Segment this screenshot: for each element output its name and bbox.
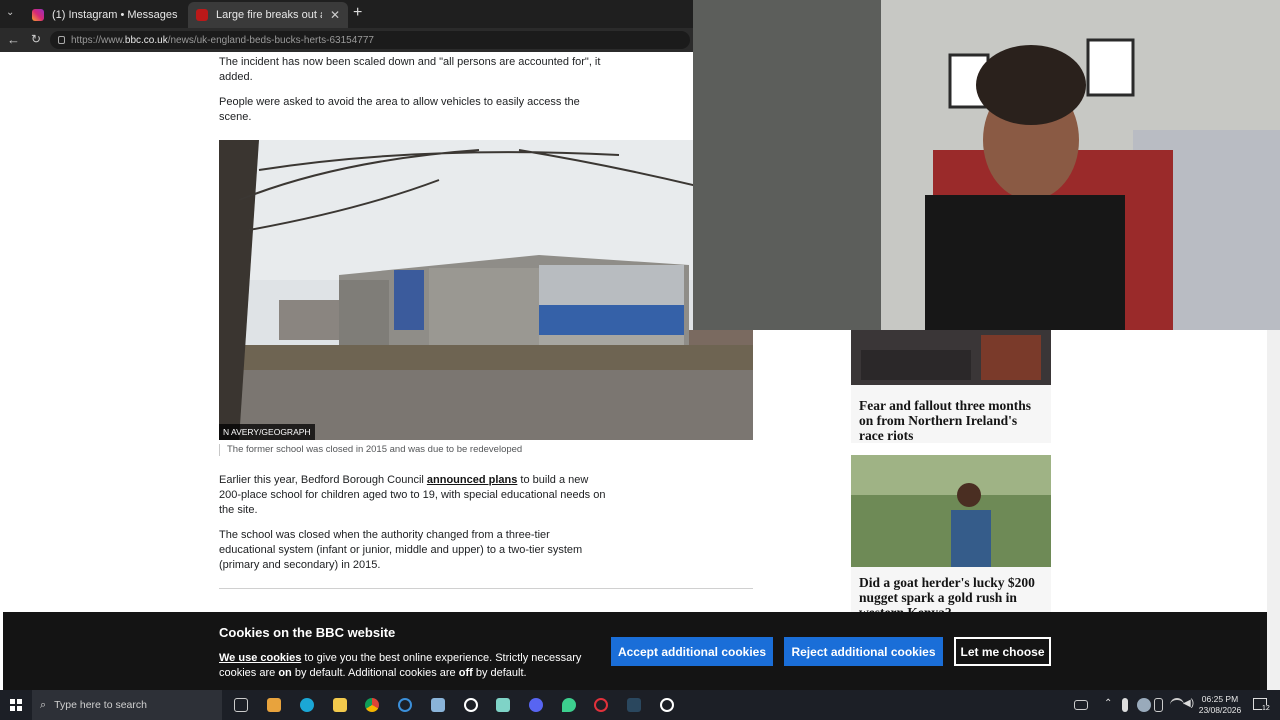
image-caption: The former school was closed in 2015 and… xyxy=(219,444,522,456)
sidebar-story[interactable]: Fear and fallout three months on from No… xyxy=(851,330,1051,443)
settings-icon[interactable] xyxy=(464,698,478,712)
app-icon[interactable] xyxy=(660,698,674,712)
url-text: https://www.bbc.co.uk/news/uk-england-be… xyxy=(71,34,374,46)
story-image xyxy=(851,455,1051,567)
chevron-up-icon[interactable]: ⌃ xyxy=(1104,698,1112,709)
windows-start-icon[interactable] xyxy=(10,699,22,711)
article-paragraph: The incident has now been scaled down an… xyxy=(219,56,601,83)
refresh-icon[interactable]: ↻ xyxy=(31,32,41,46)
system-clock[interactable]: 06:25 PM 23/08/2026 xyxy=(1195,694,1245,716)
webcam-overlay xyxy=(693,0,1280,330)
story-title: Did a goat herder's lucky $200 nugget sp… xyxy=(859,575,1035,612)
tab-instagram[interactable]: (1) Instagram • Messages ✕ xyxy=(24,2,186,28)
edge-icon[interactable] xyxy=(300,698,314,712)
cookie-banner-text: We use cookies to give you the best onli… xyxy=(219,652,582,679)
taskbar-search-box[interactable]: ⌕ Type here to search xyxy=(32,690,222,720)
tab-title: (1) Instagram • Messages xyxy=(52,9,178,21)
divider xyxy=(219,588,753,589)
announced-plans-link[interactable]: announced plans xyxy=(427,474,517,486)
microphone-icon[interactable] xyxy=(1122,698,1128,712)
bbc-favicon-icon xyxy=(196,9,208,21)
app-icon[interactable] xyxy=(398,698,412,712)
story-image xyxy=(851,330,1051,385)
search-icon: ⌕ xyxy=(40,698,47,711)
maps-pin-icon[interactable] xyxy=(562,698,576,712)
search-placeholder: Type here to search xyxy=(54,699,147,711)
file-explorer-icon[interactable] xyxy=(333,698,347,712)
article-image xyxy=(219,140,753,440)
new-tab-icon[interactable]: + xyxy=(353,4,362,22)
story-title: Fear and fallout three months on from No… xyxy=(859,398,1031,443)
url-field[interactable]: https://www.bbc.co.uk/news/uk-england-be… xyxy=(50,31,690,49)
close-tab-icon[interactable]: ✕ xyxy=(330,8,340,22)
accept-cookies-button[interactable]: Accept additional cookies xyxy=(611,637,773,666)
store-icon[interactable] xyxy=(267,698,281,712)
cookie-banner: Cookies on the BBC website We use cookie… xyxy=(3,612,1267,690)
article-paragraph: People were asked to avoid the area to a… xyxy=(219,96,580,123)
sidebar-story[interactable]: Did a goat herder's lucky $200 nugget sp… xyxy=(851,455,1051,612)
let-me-choose-button[interactable]: Let me choose xyxy=(954,637,1051,666)
browser-tab-bar: ⌄ (1) Instagram • Messages ✕ Large fire … xyxy=(0,0,693,28)
task-view-icon[interactable] xyxy=(234,698,248,712)
discord-icon[interactable] xyxy=(529,698,543,712)
wifi-icon[interactable] xyxy=(1170,698,1184,712)
reject-cookies-button[interactable]: Reject additional cookies xyxy=(784,637,943,666)
volume-icon[interactable]: ◀) xyxy=(1183,698,1194,709)
steam-icon[interactable] xyxy=(627,698,641,712)
back-icon[interactable]: ← xyxy=(7,32,20,47)
lock-icon xyxy=(58,36,65,44)
image-credit: N AVERY/GEOGRAPH xyxy=(219,424,315,440)
tab-list-chevron-icon[interactable]: ⌄ xyxy=(6,7,14,18)
tab-bbc[interactable]: Large fire breaks out at derelict Ke ✕ xyxy=(188,2,348,28)
tab-title: Large fire breaks out at derelict Ke xyxy=(216,9,322,21)
keyboard-icon[interactable] xyxy=(1074,700,1088,710)
instagram-icon xyxy=(32,9,44,21)
cookie-banner-title: Cookies on the BBC website xyxy=(219,625,396,640)
article-paragraph: Earlier this year, Bedford Borough Counc… xyxy=(219,474,606,516)
chrome-icon[interactable] xyxy=(365,698,379,712)
notification-count-badge: 12 xyxy=(1262,705,1270,712)
app-icon[interactable] xyxy=(496,698,510,712)
windows-taskbar: ⌕ Type here to search ⌃ ◀) 06:25 PM 23/0… xyxy=(0,690,1280,720)
opera-icon[interactable] xyxy=(594,698,608,712)
clock-date: 23/08/2026 xyxy=(1198,705,1242,715)
battery-icon[interactable] xyxy=(1154,698,1163,712)
we-use-cookies-link[interactable]: We use cookies xyxy=(219,652,301,664)
network-icon[interactable] xyxy=(1137,698,1151,712)
app-icon[interactable] xyxy=(431,698,445,712)
article-paragraph: The school was closed when the authority… xyxy=(219,529,583,571)
page-scrollbar[interactable] xyxy=(1267,330,1280,690)
address-bar-row: ← ↻ https://www.bbc.co.uk/news/uk-englan… xyxy=(0,28,693,52)
clock-time: 06:25 PM xyxy=(1201,694,1239,704)
